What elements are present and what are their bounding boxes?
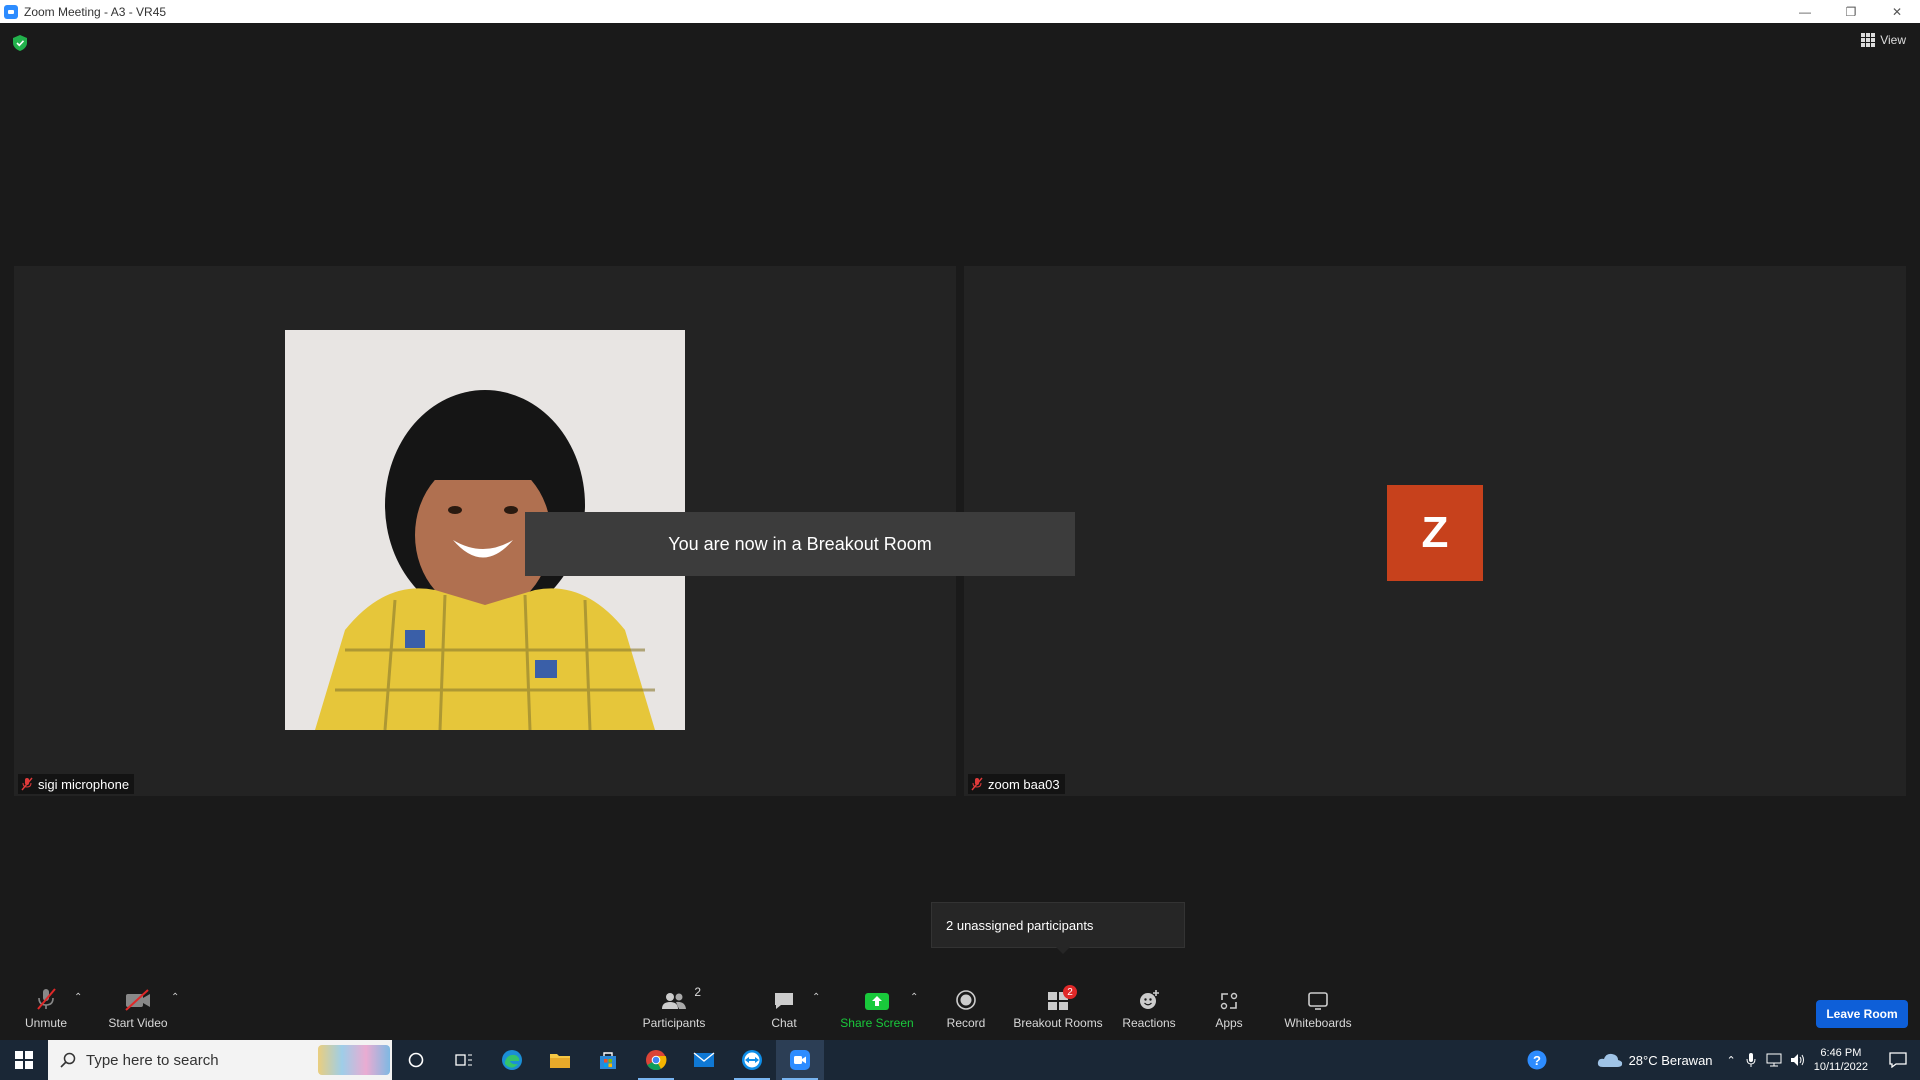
clock-date: 10/11/2022 bbox=[1813, 1061, 1868, 1073]
participant-name-tag: sigi microphone bbox=[18, 774, 135, 794]
avatar: Z bbox=[1387, 485, 1483, 581]
microsoft-store-icon[interactable] bbox=[584, 1040, 632, 1080]
apps-label: Apps bbox=[1215, 1016, 1243, 1030]
participants-label: Participants bbox=[642, 1016, 706, 1030]
share-screen-icon bbox=[865, 993, 889, 1010]
taskbar-search-box[interactable]: Type here to search bbox=[48, 1040, 392, 1080]
unmute-label: Unmute bbox=[24, 1016, 68, 1030]
svg-text:?: ? bbox=[1533, 1053, 1541, 1068]
edge-browser-icon[interactable] bbox=[488, 1040, 536, 1080]
volume-icon[interactable] bbox=[1790, 1053, 1806, 1067]
show-hidden-icons-chevron-icon[interactable]: ⌃ bbox=[1727, 1054, 1736, 1067]
start-button[interactable] bbox=[0, 1040, 48, 1080]
reactions-label: Reactions bbox=[1122, 1016, 1176, 1030]
search-icon bbox=[60, 1052, 76, 1068]
search-placeholder: Type here to search bbox=[86, 1051, 219, 1069]
meeting-stage: View sigi microphone Z zoom baa03 You ar… bbox=[0, 23, 1920, 1040]
chat-icon bbox=[775, 993, 793, 1009]
close-icon[interactable]: ✕ bbox=[1874, 0, 1920, 23]
clock-time: 6:46 PM bbox=[1820, 1047, 1862, 1059]
task-view-icon[interactable] bbox=[440, 1040, 488, 1080]
whiteboards-button[interactable]: Whiteboards bbox=[1268, 985, 1368, 1030]
windows-logo-icon bbox=[15, 1051, 33, 1069]
apps-icon bbox=[1220, 992, 1238, 1010]
record-button[interactable]: Record bbox=[916, 985, 1016, 1030]
whiteboards-label: Whiteboards bbox=[1284, 1016, 1352, 1030]
network-icon[interactable] bbox=[1766, 1053, 1782, 1067]
muted-mic-icon bbox=[971, 777, 983, 791]
share-screen-label: Share Screen bbox=[840, 1016, 914, 1030]
chrome-icon[interactable] bbox=[632, 1040, 680, 1080]
apps-button[interactable]: Apps bbox=[1179, 985, 1279, 1030]
participants-button[interactable]: 2 Participants bbox=[624, 985, 724, 1030]
video-options-caret-icon[interactable]: ⌃ bbox=[171, 992, 179, 1003]
chat-options-caret-icon[interactable]: ⌃ bbox=[812, 992, 820, 1003]
meeting-toolbar: Unmute ⌃ Start Video ⌃ 2 Participants Ch… bbox=[0, 975, 1920, 1040]
video-tile-zoom-baa03[interactable]: Z zoom baa03 bbox=[964, 266, 1906, 796]
weather-text[interactable]: 28°C Berawan bbox=[1629, 1053, 1713, 1068]
grid-icon bbox=[1861, 33, 1876, 47]
reactions-icon bbox=[1140, 990, 1159, 1009]
restore-icon[interactable]: ❐ bbox=[1828, 0, 1874, 23]
cloud-icon bbox=[1597, 1053, 1622, 1067]
chat-label: Chat bbox=[771, 1016, 797, 1030]
view-button[interactable]: View bbox=[1861, 33, 1906, 47]
shield-icon[interactable] bbox=[13, 35, 27, 51]
window-controls: — ❐ ✕ bbox=[1782, 0, 1920, 23]
clock[interactable]: 6:46 PM 10/11/2022 bbox=[1814, 1046, 1868, 1074]
start-video-label: Start Video bbox=[108, 1016, 168, 1030]
record-label: Record bbox=[946, 1016, 986, 1030]
participant-name: sigi microphone bbox=[38, 776, 130, 792]
whiteboard-icon bbox=[1308, 992, 1328, 1010]
cortana-icon[interactable] bbox=[392, 1040, 440, 1080]
window-title: Zoom Meeting - A3 - VR45 bbox=[24, 4, 167, 19]
participant-name: zoom baa03 bbox=[988, 776, 1060, 792]
window-titlebar: Zoom Meeting - A3 - VR45 — ❐ ✕ bbox=[0, 0, 1920, 23]
microphone-muted-icon bbox=[37, 988, 56, 1010]
view-label: View bbox=[1880, 33, 1906, 47]
breakout-rooms-button[interactable]: 2 Breakout Rooms bbox=[1008, 985, 1108, 1030]
zoom-app-icon bbox=[4, 4, 18, 19]
muted-mic-icon bbox=[21, 777, 33, 791]
unassigned-participants-tooltip: 2 unassigned participants bbox=[931, 902, 1185, 954]
mail-icon[interactable] bbox=[680, 1040, 728, 1080]
breakout-rooms-label: Breakout Rooms bbox=[1013, 1016, 1103, 1030]
windows-taskbar: Type here to search ? 28°C Berawan ⌃ 6:4… bbox=[0, 1040, 1920, 1080]
microphone-tray-icon[interactable] bbox=[1746, 1052, 1756, 1068]
participants-count: 2 bbox=[694, 985, 701, 999]
search-highlight-image bbox=[318, 1045, 390, 1075]
participant-name-tag: zoom baa03 bbox=[968, 774, 1065, 794]
minimize-icon[interactable]: — bbox=[1782, 0, 1828, 23]
breakout-room-toast: You are now in a Breakout Room bbox=[525, 512, 1075, 576]
participants-icon bbox=[662, 993, 686, 1009]
video-off-icon bbox=[125, 989, 150, 1011]
zoom-taskbar-icon[interactable] bbox=[776, 1040, 824, 1080]
system-tray: ? 28°C Berawan ⌃ 6:46 PM 10/11/2022 bbox=[1517, 1040, 1920, 1080]
help-icon[interactable]: ? bbox=[1517, 1040, 1557, 1080]
file-explorer-icon[interactable] bbox=[536, 1040, 584, 1080]
teamviewer-icon[interactable] bbox=[728, 1040, 776, 1080]
leave-room-button[interactable]: Leave Room bbox=[1816, 1000, 1908, 1028]
notifications-icon[interactable] bbox=[1876, 1040, 1920, 1080]
audio-options-caret-icon[interactable]: ⌃ bbox=[74, 992, 82, 1003]
record-icon bbox=[956, 990, 976, 1010]
breakout-rooms-badge: 2 bbox=[1063, 985, 1077, 999]
